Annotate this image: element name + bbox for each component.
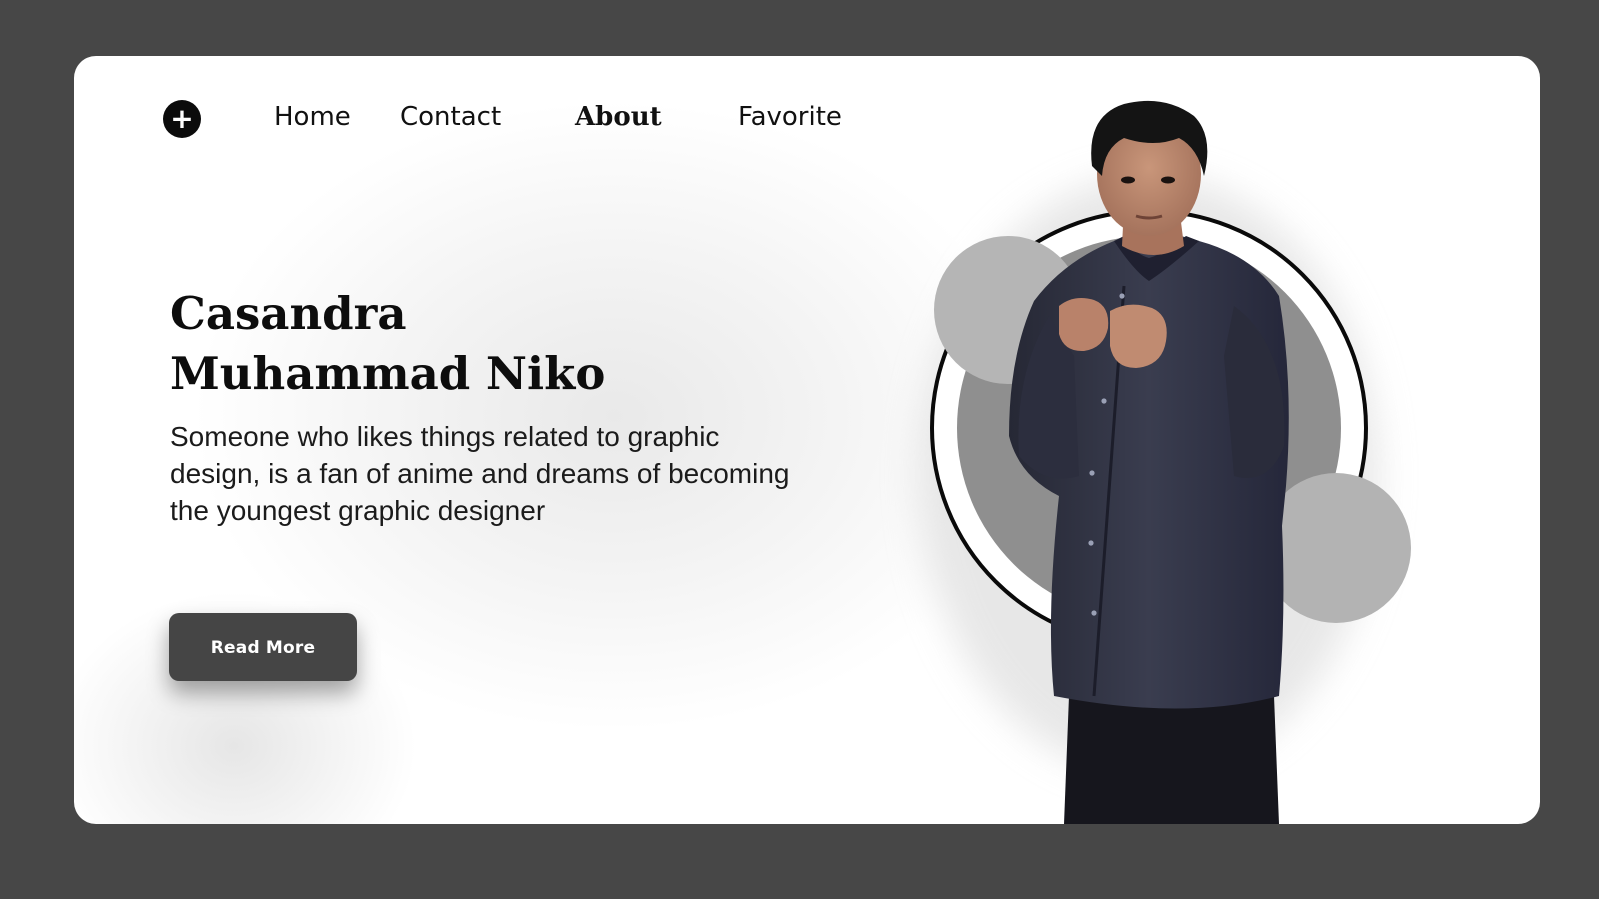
profile-card: + Home Contact About Favorite Casandra M… — [74, 56, 1540, 824]
person-eye-right — [1161, 176, 1175, 184]
person-eye-left — [1121, 176, 1135, 184]
portrait-illustration — [919, 100, 1411, 824]
person-right-fist — [1110, 304, 1167, 368]
person-pants — [1064, 696, 1279, 824]
